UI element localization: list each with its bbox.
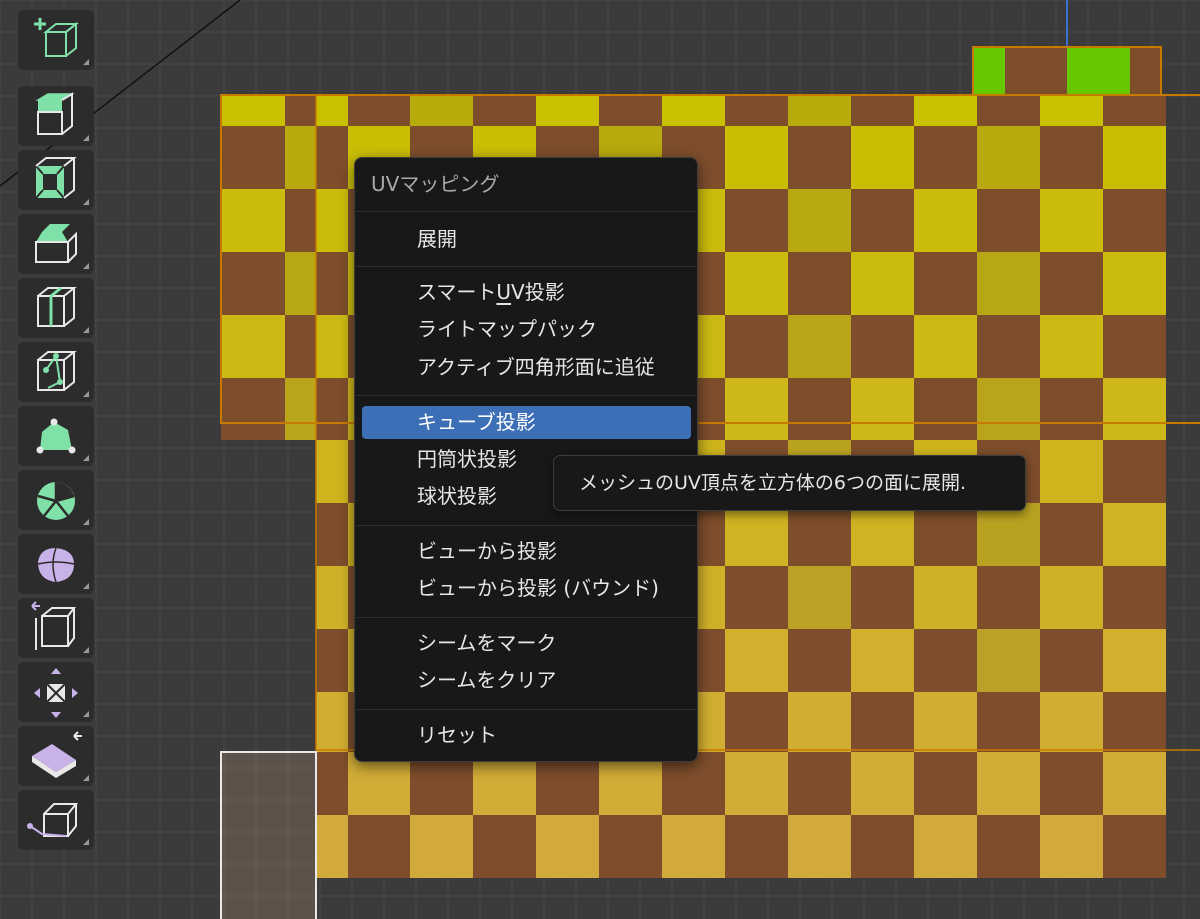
menu-item-reset[interactable]: リセット (362, 719, 691, 752)
menu-item-unwrap[interactable]: 展開 (362, 223, 691, 256)
menu-separator (356, 709, 696, 710)
tool-shear[interactable] (18, 726, 94, 786)
tool-smooth[interactable] (18, 534, 94, 594)
menu-item-project-from-view-bounds[interactable]: ビューから投影 (バウンド) (362, 572, 691, 605)
tool-bevel[interactable] (18, 214, 94, 274)
menu-item-lightmap-pack[interactable]: ライトマップパック (362, 313, 691, 346)
tool-shrink-fatten[interactable] (18, 662, 94, 722)
menu-item-clear-seam[interactable]: シームをクリア (362, 664, 691, 697)
menu-item-label-part: スマート (417, 280, 497, 304)
tool-poly-build[interactable] (18, 406, 94, 466)
tool-rip-region[interactable] (18, 790, 94, 850)
menu-item-smart-uv-project[interactable]: スマートUV投影 (362, 276, 691, 309)
menu-item-label-part: V投影 (511, 280, 565, 304)
menu-item-mark-seam[interactable]: シームをマーク (362, 627, 691, 660)
menu-separator (356, 211, 696, 212)
menu-separator (356, 266, 696, 267)
tool-inset-faces[interactable] (18, 150, 94, 210)
menu-separator (356, 525, 696, 526)
tool-extrude-region[interactable] (18, 86, 94, 146)
tool-spin[interactable] (18, 470, 94, 530)
tool-knife[interactable] (18, 342, 94, 402)
menu-title: UVマッピング (371, 172, 500, 196)
menu-item-cube-projection[interactable]: キューブ投影 (362, 406, 691, 439)
tool-edge-slide[interactable] (18, 598, 94, 658)
menu-separator (356, 617, 696, 618)
menu-separator (356, 395, 696, 396)
menu-item-project-from-view[interactable]: ビューから投影 (362, 535, 691, 568)
menu-item-follow-active-quads[interactable]: アクティブ四角形面に追従 (362, 351, 691, 384)
tool-add-cube[interactable] (18, 10, 94, 70)
tooltip: メッシュのUV頂点を立方体の6つの面に展開. (553, 455, 1026, 511)
tool-loop-cut[interactable] (18, 278, 94, 338)
menu-item-shortcut-letter: U (496, 280, 512, 304)
